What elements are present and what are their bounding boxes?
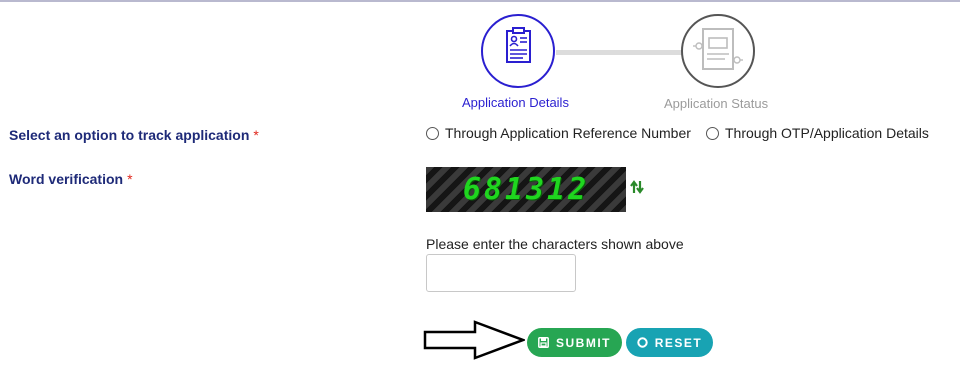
step-connector <box>556 50 683 55</box>
required-marker: * <box>127 171 133 187</box>
captcha-prompt: Please enter the characters shown above <box>426 236 684 252</box>
radio-otp-details[interactable]: Through OTP/Application Details <box>706 125 929 141</box>
radio-button[interactable] <box>706 126 719 140</box>
captcha-text: 681312 <box>462 172 590 207</box>
radio-label-otp-details: Through OTP/Application Details <box>725 125 929 141</box>
submit-label: SUBMIT <box>556 335 611 350</box>
reset-button[interactable]: RESET <box>626 328 713 357</box>
application-form-icon <box>506 27 531 63</box>
progress-stepper: Application Details Application Status <box>0 0 960 115</box>
step-application-status[interactable] <box>681 14 755 88</box>
circle-icon <box>637 337 648 348</box>
word-verification-label: Word verification * <box>9 171 133 187</box>
status-document-icon <box>693 28 743 70</box>
radio-button[interactable] <box>426 126 439 140</box>
refresh-icon[interactable] <box>629 178 645 196</box>
step-application-details[interactable] <box>481 14 555 88</box>
word-verification-label-text: Word verification <box>9 171 124 187</box>
radio-reference-number[interactable]: Through Application Reference Number <box>426 125 691 141</box>
track-option-label: Select an option to track application * <box>9 127 259 143</box>
captcha-image: 681312 <box>426 167 626 212</box>
reset-label: RESET <box>654 335 703 350</box>
step-label-application-status: Application Status <box>664 96 769 111</box>
required-marker: * <box>253 127 259 143</box>
radio-label-reference-number: Through Application Reference Number <box>445 125 691 141</box>
arrow-pointer-icon <box>423 320 525 360</box>
submit-button[interactable]: SUBMIT <box>527 328 622 357</box>
save-icon <box>538 337 549 348</box>
captcha-input[interactable] <box>426 254 576 292</box>
step-label-application-details: Application Details <box>462 95 569 110</box>
track-option-label-text: Select an option to track application <box>9 127 250 143</box>
